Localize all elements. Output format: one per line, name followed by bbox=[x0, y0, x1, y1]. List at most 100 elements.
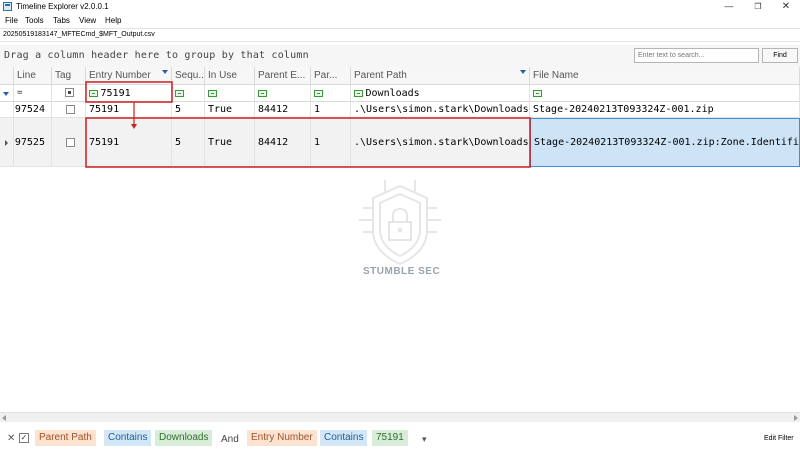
column-header-line[interactable]: Line bbox=[14, 67, 52, 85]
filter-cell-entry-number[interactable]: 75191 bbox=[86, 85, 172, 102]
watermark-text: STUMBLE SEC bbox=[363, 266, 441, 277]
filter-cell-in-use[interactable] bbox=[205, 85, 255, 102]
scroll-right-arrow-icon[interactable] bbox=[794, 415, 798, 421]
contains-icon bbox=[89, 90, 98, 97]
window-title: Timeline Explorer v2.0.0.1 bbox=[16, 2, 109, 11]
cell-in-use: True bbox=[205, 118, 255, 167]
filter-bar: ✕ ✓ Parent Path Contains Downloads And E… bbox=[0, 426, 800, 452]
filter-cell-parent-seq[interactable] bbox=[311, 85, 351, 102]
menu-tabs[interactable]: Tabs bbox=[53, 16, 70, 25]
column-header-entry-number[interactable]: Entry Number bbox=[86, 67, 172, 85]
filter-chip-field[interactable]: Parent Path bbox=[35, 430, 96, 446]
contains-icon bbox=[314, 90, 323, 97]
column-label: Parent E... bbox=[258, 70, 306, 81]
contains-icon bbox=[354, 90, 363, 97]
cell-sequence: 5 bbox=[172, 102, 205, 118]
column-header-tag[interactable]: Tag bbox=[52, 67, 86, 85]
filter-funnel-icon[interactable] bbox=[162, 70, 168, 74]
cell-line: 97524 bbox=[14, 102, 52, 118]
cell-parent-entry: 84412 bbox=[255, 118, 311, 167]
column-label: In Use bbox=[208, 70, 237, 81]
contains-icon bbox=[175, 90, 184, 97]
column-header-parent-seq[interactable]: Par... bbox=[311, 67, 351, 85]
filter-cell-file-name[interactable] bbox=[530, 85, 800, 102]
menu-file[interactable]: File bbox=[5, 16, 18, 25]
column-label: Tag bbox=[55, 70, 72, 81]
clear-filter-icon[interactable]: ✕ bbox=[7, 433, 15, 444]
column-header-file-name[interactable]: File Name bbox=[530, 67, 800, 85]
cell-parent-path: .\Users\simon.stark\Downloads bbox=[351, 118, 530, 167]
title-bar: Timeline Explorer v2.0.0.1 — ❐ ✕ bbox=[0, 0, 800, 14]
cell-parent-entry: 84412 bbox=[255, 102, 311, 118]
cell-parent-seq: 1 bbox=[311, 102, 351, 118]
current-row-indicator-icon[interactable] bbox=[0, 118, 14, 167]
row-indicator-header bbox=[0, 67, 14, 85]
horizontal-scrollbar[interactable] bbox=[0, 412, 800, 422]
scroll-left-arrow-icon[interactable] bbox=[2, 415, 6, 421]
contains-icon bbox=[258, 90, 267, 97]
contains-icon bbox=[533, 90, 542, 97]
column-header-parent-path[interactable]: Parent Path bbox=[351, 67, 530, 85]
tag-checkbox[interactable] bbox=[66, 138, 75, 147]
filter-cell-line[interactable]: = bbox=[14, 85, 52, 102]
minimize-button[interactable]: — bbox=[716, 0, 742, 14]
filter-chip-value[interactable]: Downloads bbox=[155, 430, 213, 446]
cell-in-use: True bbox=[205, 102, 255, 118]
column-label: File Name bbox=[533, 70, 579, 81]
group-by-hint: Drag a column header here to group by th… bbox=[4, 50, 309, 61]
edit-filter-button[interactable]: Edit Filter bbox=[764, 435, 794, 442]
cell-tag[interactable] bbox=[52, 118, 86, 167]
column-label: Line bbox=[17, 70, 36, 81]
menu-view[interactable]: View bbox=[79, 16, 96, 25]
row-indicator[interactable] bbox=[0, 102, 14, 118]
cell-parent-path: .\Users\simon.stark\Downloads bbox=[351, 102, 530, 118]
filter-chip-operator[interactable]: Contains bbox=[320, 430, 368, 446]
cell-parent-seq: 1 bbox=[311, 118, 351, 167]
column-header-in-use[interactable]: In Use bbox=[205, 67, 255, 85]
filter-and-operator[interactable]: And bbox=[221, 434, 239, 445]
parent-path-filter-value: Downloads bbox=[365, 88, 420, 99]
column-label: Entry Number bbox=[89, 70, 151, 81]
cell-file-name: Stage-20240213T093324Z-001.zip bbox=[530, 102, 800, 118]
find-button[interactable]: Find bbox=[762, 48, 798, 63]
column-label: Sequ... bbox=[175, 70, 205, 81]
group-panel: Drag a column header here to group by th… bbox=[0, 45, 800, 67]
search-input[interactable] bbox=[634, 48, 759, 63]
filter-chip-field[interactable]: Entry Number bbox=[247, 430, 317, 446]
maximize-button[interactable]: ❐ bbox=[745, 0, 771, 14]
column-header-parent-entry[interactable]: Parent E... bbox=[255, 67, 311, 85]
filter-chip-operator[interactable]: Contains bbox=[104, 430, 152, 446]
column-header-sequence[interactable]: Sequ... bbox=[172, 67, 205, 85]
cell-tag[interactable] bbox=[52, 102, 86, 118]
close-button[interactable]: ✕ bbox=[773, 0, 799, 14]
filter-cell-tag[interactable] bbox=[52, 85, 86, 102]
tag-checkbox[interactable] bbox=[66, 105, 75, 114]
line-value: 97524 bbox=[14, 104, 45, 115]
enable-filter-checkbox[interactable]: ✓ bbox=[19, 433, 29, 443]
file-tab[interactable]: 20250519183147_MFTECmd_$MFT_Output.csv bbox=[3, 31, 155, 38]
column-label: Par... bbox=[314, 70, 338, 81]
cell-line: 97525 bbox=[14, 118, 52, 167]
menu-bar: File Tools Tabs View Help bbox=[0, 14, 800, 28]
line-value: 97525 bbox=[14, 137, 45, 148]
cell-entry-number: 75191 bbox=[86, 102, 172, 118]
filter-cell-parent-entry[interactable] bbox=[255, 85, 311, 102]
filter-chip-value[interactable]: 75191 bbox=[372, 430, 408, 446]
entry-number-filter-value: 75191 bbox=[100, 88, 131, 99]
tag-filter-checkbox[interactable] bbox=[65, 88, 74, 97]
filter-cell-parent-path[interactable]: Downloads bbox=[351, 85, 530, 102]
filter-cell-sequence[interactable] bbox=[172, 85, 205, 102]
menu-tools[interactable]: Tools bbox=[25, 16, 44, 25]
cell-entry-number: 75191 bbox=[86, 118, 172, 167]
filter-dropdown-icon[interactable]: ▾ bbox=[422, 434, 427, 445]
filter-funnel-icon[interactable] bbox=[520, 70, 526, 74]
file-tab-bar: 20250519183147_MFTECmd_$MFT_Output.csv bbox=[0, 28, 800, 42]
contains-icon bbox=[208, 90, 217, 97]
column-label: Parent Path bbox=[354, 70, 407, 81]
app-icon bbox=[3, 2, 12, 11]
menu-help[interactable]: Help bbox=[105, 16, 121, 25]
filter-row-icon bbox=[0, 85, 14, 102]
cell-sequence: 5 bbox=[172, 118, 205, 167]
data-grid: Line Tag Entry Number Sequ... In Use Par… bbox=[0, 67, 800, 167]
cell-file-name-selected[interactable]: Stage-20240213T093324Z-001.zip:Zone.Iden… bbox=[530, 118, 800, 167]
